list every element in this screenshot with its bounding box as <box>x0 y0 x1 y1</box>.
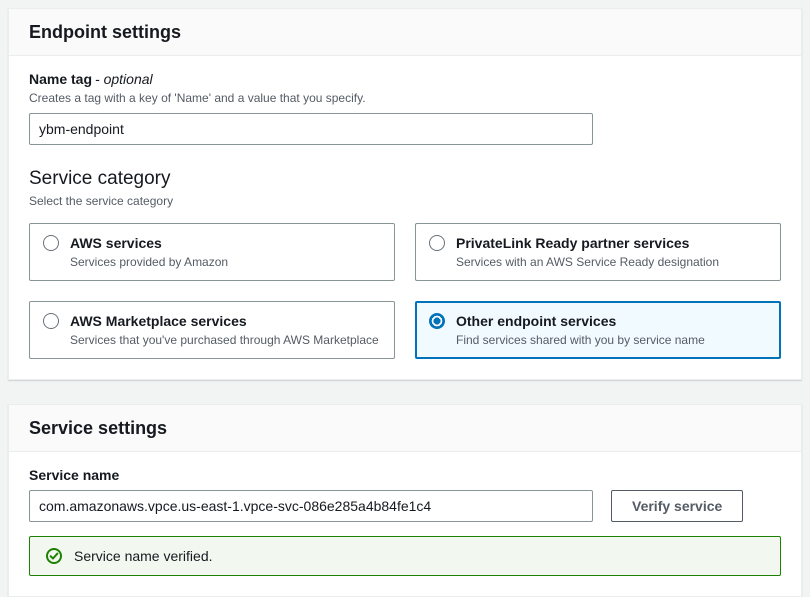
radio-button-icon[interactable] <box>429 313 445 329</box>
radio-button-icon[interactable] <box>43 235 59 251</box>
option-text: AWS services Services provided by Amazon <box>70 234 228 270</box>
success-alert: Service name verified. <box>29 536 781 576</box>
option-text: PrivateLink Ready partner services Servi… <box>456 234 719 270</box>
service-name-input[interactable] <box>29 490 593 522</box>
name-tag-description: Creates a tag with a key of 'Name' and a… <box>29 91 781 106</box>
endpoint-settings-body: Name tag- optional Creates a tag with a … <box>9 56 801 379</box>
option-title: AWS Marketplace services <box>70 312 379 330</box>
service-settings-body: Service name Verify service Service name… <box>9 452 801 596</box>
name-tag-label: Name tag- optional <box>29 70 781 88</box>
option-text: AWS Marketplace services Services that y… <box>70 312 379 348</box>
name-tag-input[interactable] <box>29 113 593 145</box>
radio-button-icon[interactable] <box>43 313 59 329</box>
option-title: PrivateLink Ready partner services <box>456 234 719 252</box>
endpoint-settings-title: Endpoint settings <box>29 21 781 43</box>
service-settings-title: Service settings <box>29 417 781 439</box>
verify-service-button[interactable]: Verify service <box>611 490 743 522</box>
option-description: Services provided by Amazon <box>70 255 228 270</box>
endpoint-settings-header: Endpoint settings <box>9 9 801 56</box>
service-category-option[interactable]: Other endpoint services Find services sh… <box>415 301 781 359</box>
option-title: AWS services <box>70 234 228 252</box>
page: Endpoint settings Name tag- optional Cre… <box>0 0 810 597</box>
check-circle-icon <box>46 548 62 564</box>
success-alert-message: Service name verified. <box>74 548 213 564</box>
service-settings-header: Service settings <box>9 405 801 452</box>
service-name-label: Service name <box>29 466 781 484</box>
name-tag-optional-text: - optional <box>95 71 153 87</box>
service-category-option[interactable]: AWS Marketplace services Services that y… <box>29 301 395 359</box>
service-name-row: Verify service <box>29 490 781 522</box>
option-description: Find services shared with you by service… <box>456 333 705 348</box>
service-category-options: AWS services Services provided by Amazon… <box>29 223 781 359</box>
option-description: Services that you've purchased through A… <box>70 333 379 348</box>
service-category-option[interactable]: PrivateLink Ready partner services Servi… <box>415 223 781 281</box>
service-category-description: Select the service category <box>29 194 781 209</box>
option-title: Other endpoint services <box>456 312 705 330</box>
option-text: Other endpoint services Find services sh… <box>456 312 705 348</box>
service-settings-panel: Service settings Service name Verify ser… <box>8 404 802 597</box>
radio-button-icon[interactable] <box>429 235 445 251</box>
service-category-heading: Service category <box>29 167 781 191</box>
service-category-option[interactable]: AWS services Services provided by Amazon <box>29 223 395 281</box>
option-description: Services with an AWS Service Ready desig… <box>456 255 719 270</box>
name-tag-label-text: Name tag <box>29 71 92 87</box>
endpoint-settings-panel: Endpoint settings Name tag- optional Cre… <box>8 8 802 380</box>
